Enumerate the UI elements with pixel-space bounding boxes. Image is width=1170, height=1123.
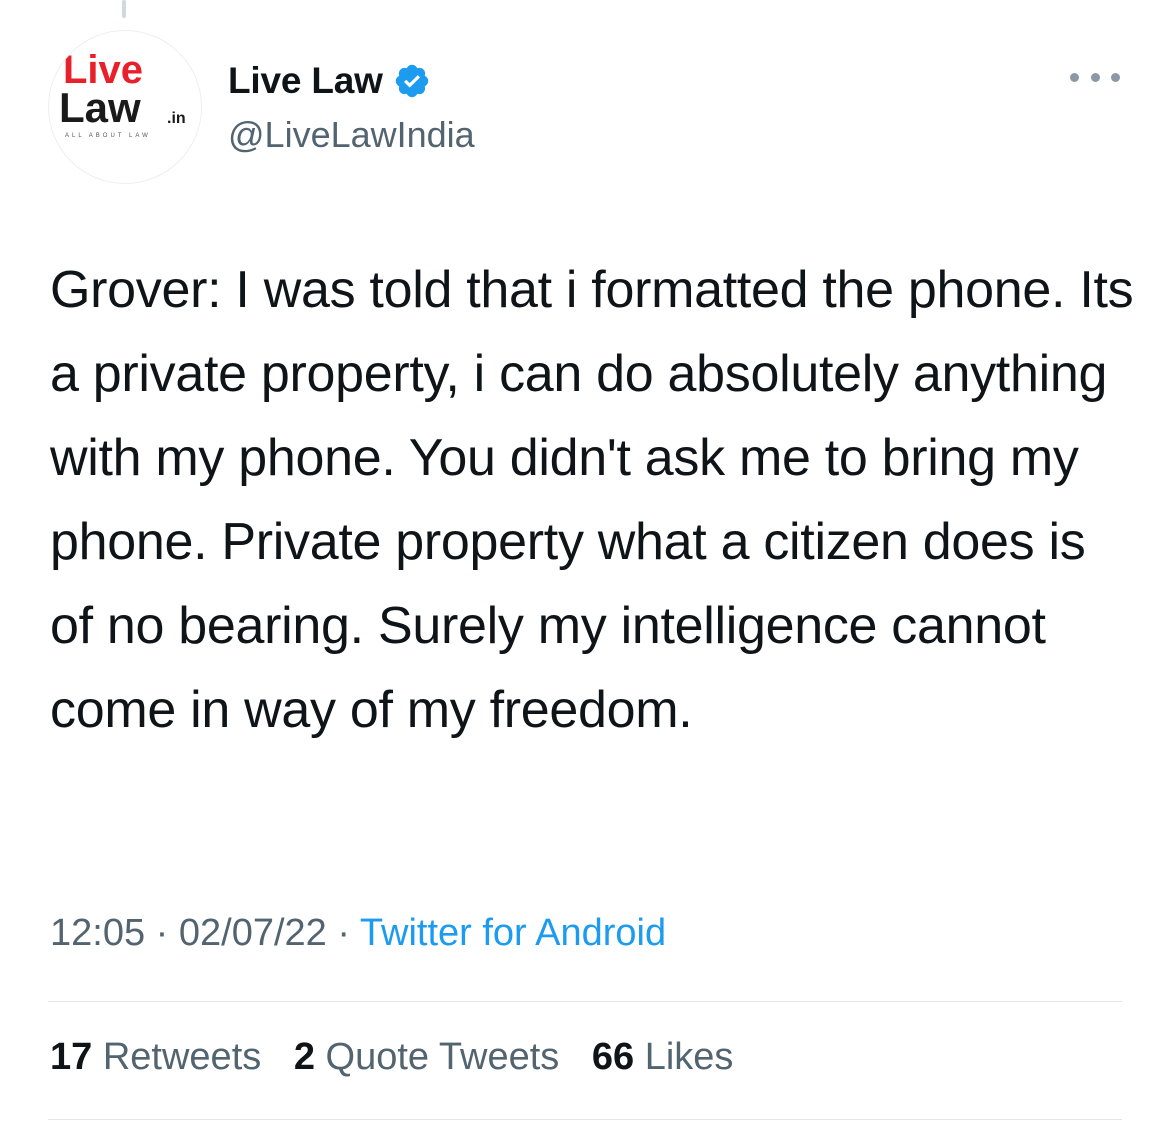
- thread-connector-line: [122, 0, 126, 18]
- avatar[interactable]: Live Law .in ALL ABOUT LAW: [48, 30, 202, 184]
- meta-separator: ·: [326, 912, 360, 954]
- tweet-author: Live Law @LiveLawIndia: [228, 58, 475, 156]
- tweet-date[interactable]: 02/07/22: [179, 912, 327, 954]
- retweets-label: Retweets: [102, 1036, 262, 1078]
- tweet-source-link[interactable]: Twitter for Android: [360, 912, 666, 954]
- logo-suffix: .in: [167, 110, 186, 127]
- tweet-text: Grover: I was told that i formatted the …: [50, 261, 1134, 739]
- likes-label: Likes: [644, 1036, 734, 1078]
- more-dot-icon: [1111, 72, 1120, 82]
- divider: [48, 1119, 1122, 1120]
- verified-badge-icon: [393, 62, 431, 100]
- livelaw-logo: Live Law .in ALL ABOUT LAW: [59, 48, 186, 139]
- logo-line2: Law: [59, 84, 141, 131]
- retweets-count: 17: [50, 1036, 93, 1078]
- user-handle[interactable]: @LiveLawIndia: [228, 114, 475, 156]
- meta-separator: ·: [145, 912, 179, 954]
- tweet-meta: 12:05 · 02/07/22 · Twitter for Android: [50, 912, 666, 955]
- more-dot-icon: [1070, 72, 1079, 82]
- quotes-label: Quote Tweets: [325, 1036, 560, 1078]
- quotes-count: 2: [293, 1036, 315, 1078]
- likes-count: 66: [591, 1036, 635, 1078]
- divider: [48, 1001, 1122, 1002]
- tweet-stats: 17 Retweets 2 Quote Tweets 66 Likes: [50, 1036, 755, 1079]
- display-name[interactable]: Live Law: [228, 60, 383, 102]
- retweets-stat[interactable]: 17 Retweets: [50, 1036, 261, 1078]
- tweet-time[interactable]: 12:05: [50, 912, 145, 954]
- more-options-button[interactable]: [1070, 62, 1120, 92]
- likes-stat[interactable]: 66 Likes: [592, 1036, 734, 1078]
- logo-tagline: ALL ABOUT LAW: [65, 133, 151, 139]
- more-dot-icon: [1090, 72, 1100, 82]
- quote-tweets-stat[interactable]: 2 Quote Tweets: [294, 1036, 559, 1078]
